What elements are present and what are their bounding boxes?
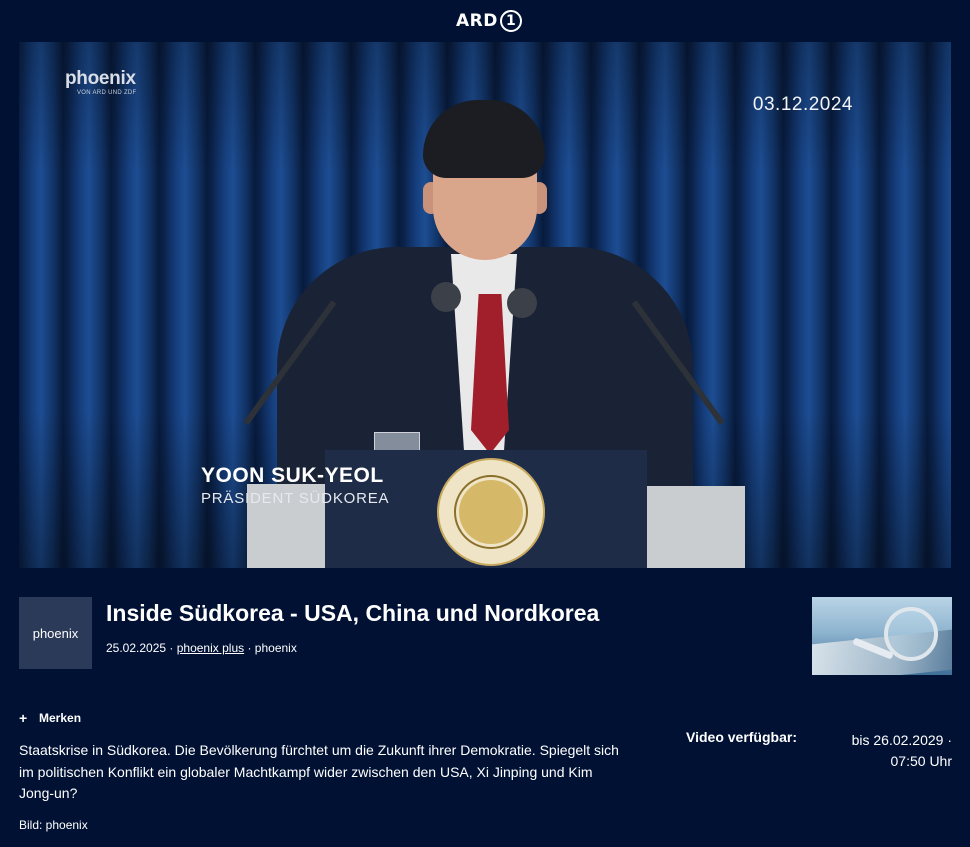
image-credit: Bild: phoenix (19, 818, 88, 832)
availability-date: bis 26.02.2029 · (851, 732, 952, 748)
channel-watermark: phoenix VON ARD UND ZDF (65, 68, 137, 96)
ard-one-icon: 1 (499, 10, 522, 32)
ard-logo[interactable]: ARD 1 (456, 8, 522, 34)
merken-button[interactable]: + Merken (19, 710, 81, 726)
top-bar: ARD 1 (0, 0, 970, 42)
video-meta: 25.02.2025 · phoenix plus · phoenix (106, 641, 297, 655)
video-date-overlay: 03.12.2024 (752, 94, 853, 115)
availability-time: 07:50 Uhr (890, 753, 952, 769)
lower-third-name: YOON SUK-YEOL (201, 464, 384, 487)
channel-watermark-sub: VON ARD UND ZDF (77, 90, 137, 96)
availability-label: Video verfügbar: (686, 729, 797, 745)
ard-wordmark: ARD (456, 11, 498, 31)
video-player[interactable]: phoenix VON ARD UND ZDF 03.12.2024 YOON … (19, 42, 951, 568)
broadcaster: phoenix (254, 641, 297, 655)
video-description: Staatskrise in Südkorea. Die Bevölkerung… (19, 742, 619, 801)
lower-third: YOON SUK-YEOL PRÄSIDENT SÜDKOREA (201, 464, 389, 507)
plus-icon: + (19, 710, 28, 726)
related-thumbnail[interactable] (812, 597, 952, 675)
publish-date: 25.02.2025 (106, 641, 167, 655)
show-logo[interactable]: phoenix (19, 597, 92, 669)
lower-third-role: PRÄSIDENT SÜDKOREA (201, 490, 390, 507)
availability-value: bis 26.02.2029 · 07:50 Uhr (822, 730, 952, 772)
series-link[interactable]: phoenix plus (177, 641, 244, 655)
channel-watermark-name: phoenix (65, 68, 136, 89)
magnifier-icon (884, 607, 938, 661)
page-title: Inside Südkorea - USA, China und Nordkor… (106, 600, 600, 626)
presidential-seal-icon (433, 454, 549, 568)
merken-label: Merken (39, 711, 82, 725)
video-frame-speaker (19, 42, 951, 568)
